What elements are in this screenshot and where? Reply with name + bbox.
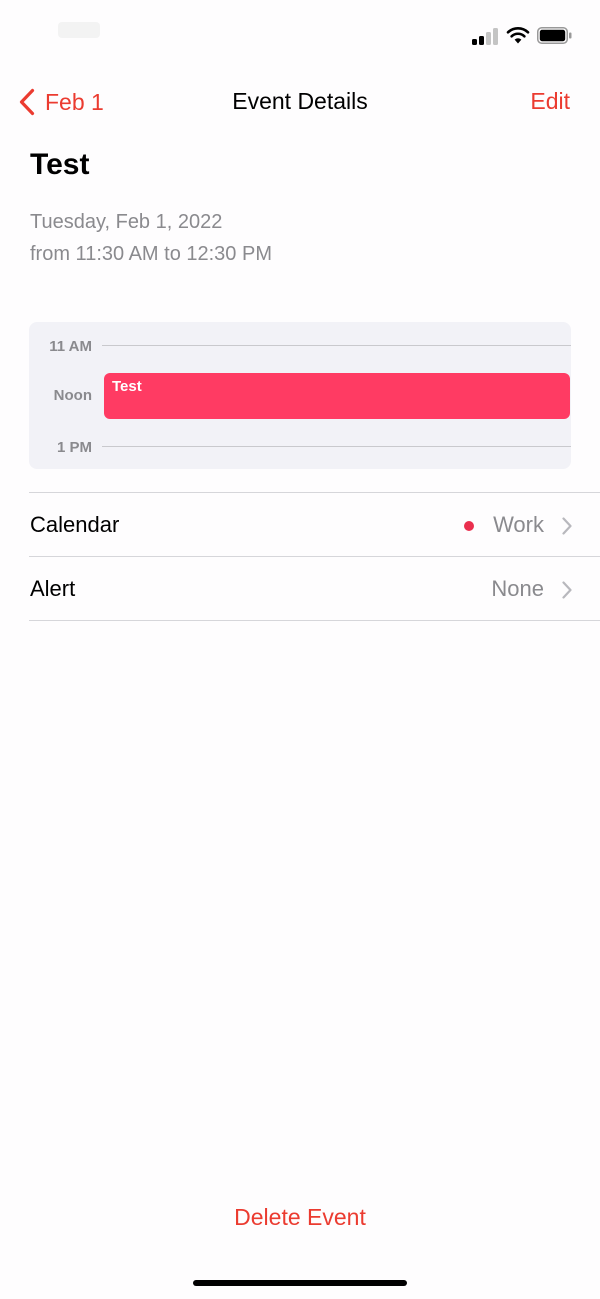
calendar-color-dot: [464, 521, 474, 531]
timeline-hour-line: [102, 446, 571, 447]
wifi-icon: [506, 25, 530, 45]
timeline-hour-label: Noon: [53, 387, 92, 404]
timeline-hour-label: 1 PM: [56, 439, 92, 456]
chevron-right-icon: [562, 517, 572, 535]
alert-row[interactable]: Alert None: [29, 556, 600, 620]
alert-row-value: None: [491, 576, 544, 601]
event-title: Test: [30, 148, 90, 181]
chevron-right-icon: [562, 581, 572, 599]
calendar-row-label: Calendar: [30, 512, 120, 537]
timeline-event-label: Test: [112, 378, 142, 395]
delete-event-button[interactable]: Delete Event: [0, 1204, 600, 1231]
edit-button[interactable]: Edit: [530, 88, 570, 115]
day-timeline-preview: 11 AM Noon 1 PM Test: [29, 322, 571, 469]
timeline-hour-label: 11 AM: [49, 338, 92, 355]
timeline-hour-line: [102, 345, 571, 346]
calendar-row-value: Work: [493, 512, 544, 537]
home-indicator[interactable]: [193, 1280, 407, 1286]
event-date: Tuesday, Feb 1, 2022: [30, 211, 223, 233]
page-title: Event Details: [232, 88, 368, 114]
calendar-row[interactable]: Calendar Work: [29, 492, 600, 556]
status-time-placeholder: [58, 22, 100, 38]
divider: [29, 620, 600, 621]
timeline-event-block[interactable]: Test: [104, 373, 570, 419]
alert-row-label: Alert: [30, 576, 76, 601]
battery-icon: [537, 27, 572, 44]
event-time-range: from 11:30 AM to 12:30 PM: [30, 243, 272, 265]
cellular-signal-icon: [472, 27, 500, 45]
